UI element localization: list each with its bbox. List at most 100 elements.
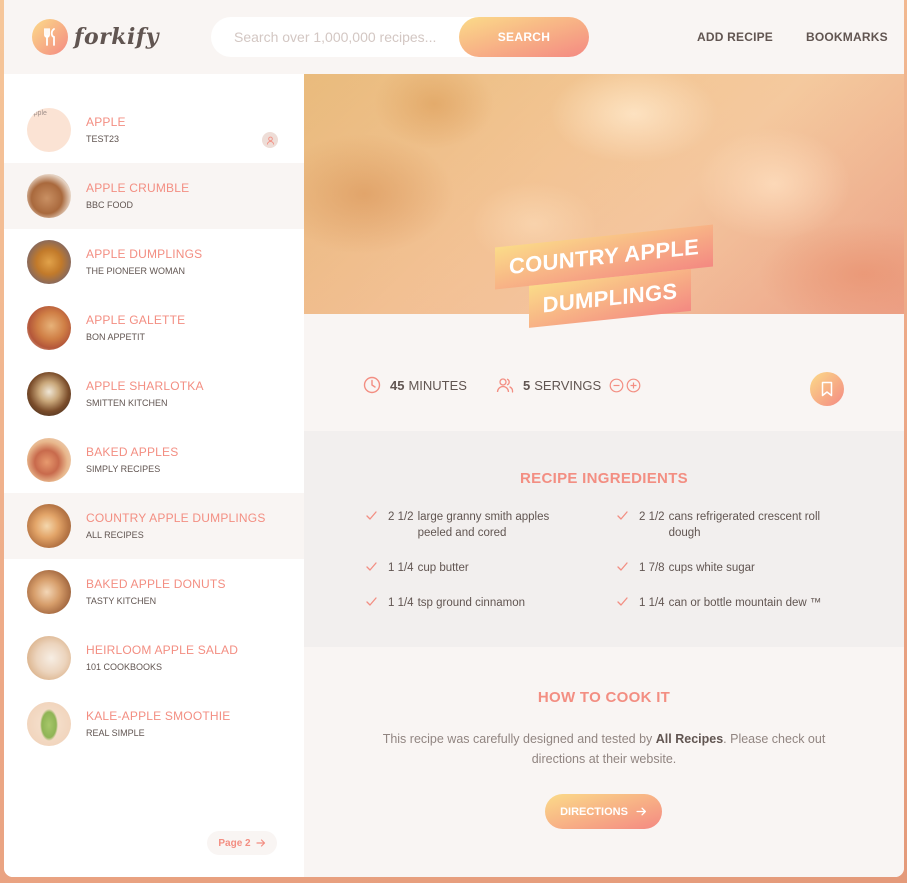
recipe-thumbnail <box>27 504 71 548</box>
result-publisher: SMITTEN KITCHEN <box>86 398 168 408</box>
users-icon <box>496 378 514 393</box>
app-container: forkify SEARCH ADD RECIPE BOOKMARKS Appl… <box>4 0 904 877</box>
result-title: APPLE <box>86 115 126 129</box>
minutes-label: MINUTES <box>408 377 467 393</box>
ingredient-description: tsp ground cinnamon <box>417 597 525 609</box>
ingredient-quantity: 2 1/2 <box>639 511 665 523</box>
ingredient-quantity: 1 1/4 <box>388 562 414 574</box>
directions-button[interactable]: DIRECTIONS <box>545 794 662 829</box>
ingredients-heading: RECIPE INGREDIENTS <box>520 470 688 487</box>
result-title: APPLE SHARLOTKA <box>86 379 204 393</box>
recipe-thumbnail <box>27 702 71 746</box>
search-button[interactable]: SEARCH <box>459 17 589 57</box>
check-icon <box>366 560 388 577</box>
page-button-label: Page 2 <box>218 837 251 849</box>
recipe-thumbnail <box>27 306 71 350</box>
result-title: KALE-APPLE SMOOTHIE <box>86 709 231 723</box>
result-item[interactable]: HEIRLOOM APPLE SALAD 101 COOKBOOKS <box>4 625 304 691</box>
cook-heading: HOW TO COOK IT <box>537 689 671 706</box>
arrow-right-icon <box>636 807 646 816</box>
result-item[interactable]: COUNTRY APPLE DUMPLINGS ALL RECIPES <box>4 493 304 559</box>
ingredient-quantity: 1 7/8 <box>639 562 665 574</box>
recipe-publisher: All Recipes <box>655 732 724 746</box>
result-item[interactable]: APPLE SHARLOTKA SMITTEN KITCHEN <box>4 361 304 427</box>
result-title: APPLE CRUMBLE <box>86 181 190 195</box>
search-form: SEARCH <box>211 17 589 57</box>
directions-label: DIRECTIONS <box>560 805 628 818</box>
result-publisher: TASTY KITCHEN <box>86 596 157 606</box>
recipe-thumbnail <box>27 174 71 218</box>
check-icon <box>617 595 639 612</box>
result-item[interactable]: APPLE GALETTE BON APPETIT <box>4 295 304 361</box>
result-publisher: TEST23 <box>86 134 120 144</box>
ingredient-description: cup butter <box>417 562 469 574</box>
result-title: COUNTRY APPLE DUMPLINGS <box>86 511 266 525</box>
user-generated-icon <box>262 132 278 148</box>
ingredient-description: can or bottle mountain dew ™ <box>668 597 822 609</box>
ingredient-item: 2 1/2 cans refrigerated crescent roll do… <box>617 509 837 541</box>
ingredient-quantity: 1 1/4 <box>639 597 665 609</box>
result-publisher: THE PIONEER WOMAN <box>86 266 186 276</box>
result-item[interactable]: APPLE CRUMBLE BBC FOOD <box>4 163 304 229</box>
bookmarks-button[interactable]: BOOKMARKS <box>806 30 888 44</box>
broken-image-alt: Apple <box>29 110 47 117</box>
result-title: HEIRLOOM APPLE SALAD <box>86 643 239 657</box>
check-icon <box>366 509 388 541</box>
ingredient-description: large granny smith apples peeled and cor… <box>417 511 550 539</box>
ingredients-section: RECIPE INGREDIENTS 2 1/2 large granny sm… <box>304 431 904 647</box>
result-item[interactable]: KALE-APPLE SMOOTHIE REAL SIMPLE <box>4 691 304 757</box>
minutes-value: 45 <box>390 377 405 393</box>
ingredient-item: 2 1/2 large granny smith apples peeled a… <box>366 509 576 541</box>
recipe-thumbnail <box>27 570 71 614</box>
servings-label: SERVINGS <box>534 377 602 393</box>
search-input[interactable] <box>211 17 459 57</box>
recipe-thumbnail <box>27 636 71 680</box>
result-title: APPLE GALETTE <box>86 313 186 327</box>
recipe-thumbnail <box>27 240 71 284</box>
result-item[interactable]: APPLE DUMPLINGS THE PIONEER WOMAN <box>4 229 304 295</box>
ingredient-quantity: 2 1/2 <box>388 511 414 523</box>
servings: 5 SERVINGS <box>496 376 641 394</box>
ingredient-description: cups white sugar <box>668 562 755 574</box>
ingredient-quantity: 1 1/4 <box>388 597 414 609</box>
ingredient-item: 1 7/8 cups white sugar <box>617 560 832 577</box>
result-publisher: SIMPLY RECIPES <box>86 464 161 474</box>
recipe-thumbnail: Apple <box>27 108 71 152</box>
logo-text: forkify <box>74 24 160 50</box>
fork-knife-icon <box>32 19 68 55</box>
check-icon <box>366 595 388 612</box>
recipe-details: 45 MINUTES 5 SERVINGS <box>304 354 904 422</box>
result-item[interactable]: Apple APPLE TEST23 <box>4 97 304 163</box>
result-title: APPLE DUMPLINGS <box>86 247 203 261</box>
cooking-time: 45 MINUTES <box>363 376 467 394</box>
result-title: BAKED APPLE DONUTS <box>86 577 226 591</box>
result-title: BAKED APPLES <box>86 445 179 459</box>
clock-icon <box>363 376 381 394</box>
result-publisher: BBC FOOD <box>86 200 134 210</box>
check-icon <box>617 560 639 577</box>
recipe-view: COUNTRY APPLE DUMPLINGS 45 MINUTES 5 SER… <box>304 74 904 877</box>
result-publisher: 101 COOKBOOKS <box>86 662 163 672</box>
ingredient-item: 1 1/4 tsp ground cinnamon <box>366 595 581 612</box>
plus-circle-icon[interactable] <box>626 378 641 393</box>
next-page-button[interactable]: Page 2 <box>207 831 277 855</box>
servings-value: 5 <box>523 377 531 393</box>
result-item[interactable]: BAKED APPLES SIMPLY RECIPES <box>4 427 304 493</box>
directions-text: This recipe was carefully designed and t… <box>382 732 826 766</box>
check-icon <box>617 509 639 541</box>
result-publisher: ALL RECIPES <box>86 530 144 540</box>
result-item[interactable]: BAKED APPLE DONUTS TASTY KITCHEN <box>4 559 304 625</box>
recipe-thumbnail <box>27 438 71 482</box>
search-results: Apple APPLE TEST23 APPLE CRUMBLE BBC FOO… <box>4 74 304 877</box>
arrow-right-icon <box>256 839 265 847</box>
directions-section: HOW TO COOK IT This recipe was carefully… <box>304 647 904 877</box>
result-publisher: BON APPETIT <box>86 332 146 342</box>
header: forkify SEARCH ADD RECIPE BOOKMARKS <box>4 0 904 74</box>
logo[interactable]: forkify <box>32 19 159 55</box>
ingredient-description: cans refrigerated crescent roll dough <box>668 511 821 539</box>
minus-circle-icon[interactable] <box>609 378 624 393</box>
recipe-thumbnail <box>27 372 71 416</box>
result-publisher: REAL SIMPLE <box>86 728 145 738</box>
add-recipe-button[interactable]: ADD RECIPE <box>697 30 773 44</box>
bookmark-button[interactable] <box>810 372 844 406</box>
